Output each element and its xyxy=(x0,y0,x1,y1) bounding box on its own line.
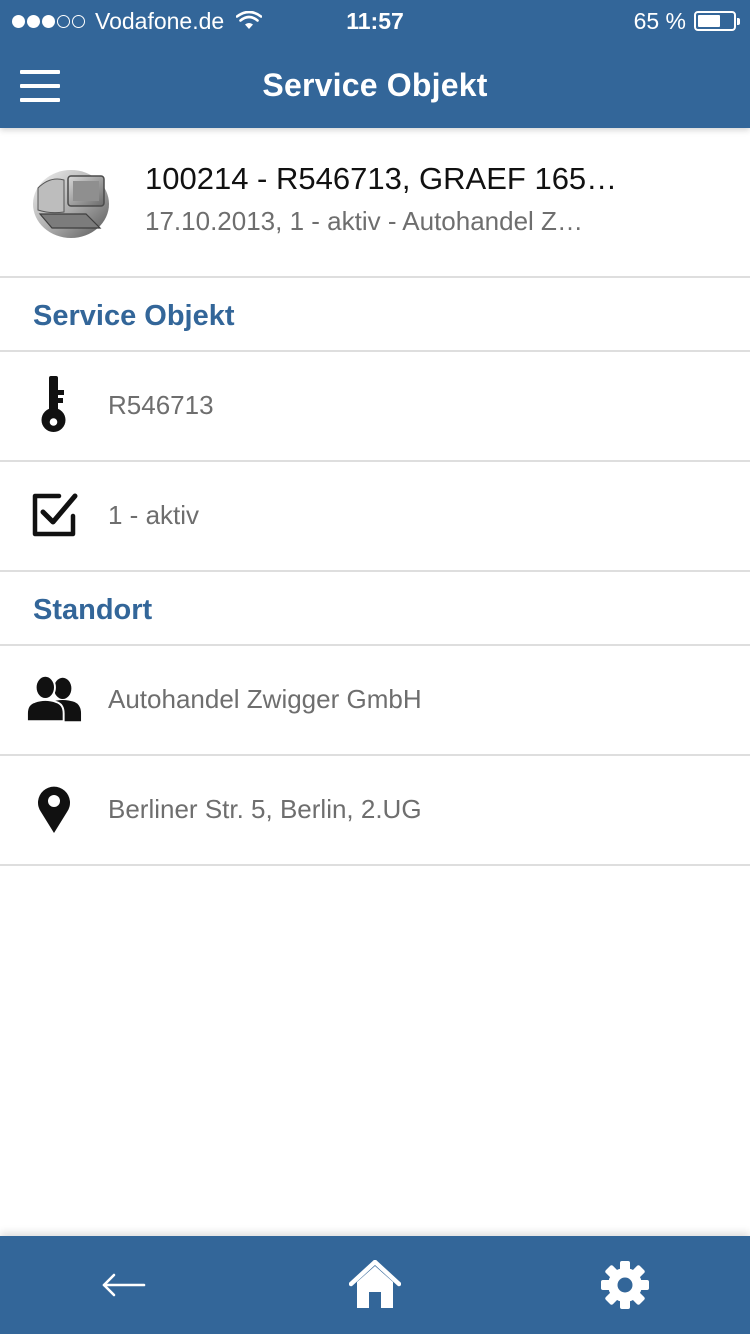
battery-percent: 65 % xyxy=(633,8,686,34)
app-screen: Vodafone.de 11:57 65 % Service Objekt 10… xyxy=(0,0,750,1334)
back-arrow-icon xyxy=(102,1273,146,1297)
object-title: 100214 - R546713, GRAEF 165… xyxy=(145,161,618,196)
computer-icon xyxy=(33,170,109,238)
home-button[interactable] xyxy=(315,1236,435,1334)
status-bar: Vodafone.de 11:57 65 % xyxy=(0,0,750,42)
checkbox-checked-icon xyxy=(26,487,82,543)
gear-icon xyxy=(601,1261,649,1309)
top-bar: Vodafone.de 11:57 65 % Service Objekt xyxy=(0,0,750,128)
status-value: 1 - aktiv xyxy=(108,500,200,530)
section-header-service-object: Service Objekt xyxy=(0,278,750,352)
list-item-company[interactable]: Autohandel Zwigger GmbH xyxy=(0,646,750,756)
service-object-card[interactable]: 100214 - R546713, GRAEF 165… 17.10.2013,… xyxy=(0,128,750,278)
battery-fill xyxy=(698,15,721,27)
battery-cap xyxy=(737,18,740,25)
battery-icon xyxy=(694,11,740,31)
settings-button[interactable] xyxy=(565,1236,685,1334)
map-pin-icon xyxy=(26,781,82,837)
people-icon xyxy=(26,671,82,727)
key-icon xyxy=(26,376,82,433)
nav-bar: Service Objekt xyxy=(0,42,750,128)
serial-number: R546713 xyxy=(108,390,214,420)
back-button[interactable] xyxy=(64,1236,184,1334)
section-label: Standort xyxy=(33,594,153,626)
section-header-standort: Standort xyxy=(0,572,750,646)
list-item-status[interactable]: 1 - aktiv xyxy=(0,462,750,572)
bottom-toolbar xyxy=(0,1236,750,1334)
section-label: Service Objekt xyxy=(33,300,235,332)
address-text: Berliner Str. 5, Berlin, 2.UG xyxy=(108,794,422,824)
status-right: 65 % xyxy=(633,8,740,34)
company-name: Autohandel Zwigger GmbH xyxy=(108,684,422,714)
list-item-serial[interactable]: R546713 xyxy=(0,352,750,462)
page-title: Service Objekt xyxy=(262,67,488,103)
list-item-address[interactable]: Berliner Str. 5, Berlin, 2.UG xyxy=(0,756,750,866)
object-subtitle: 17.10.2013, 1 - aktiv - Autohandel Z… xyxy=(145,206,583,236)
home-icon xyxy=(349,1260,401,1308)
